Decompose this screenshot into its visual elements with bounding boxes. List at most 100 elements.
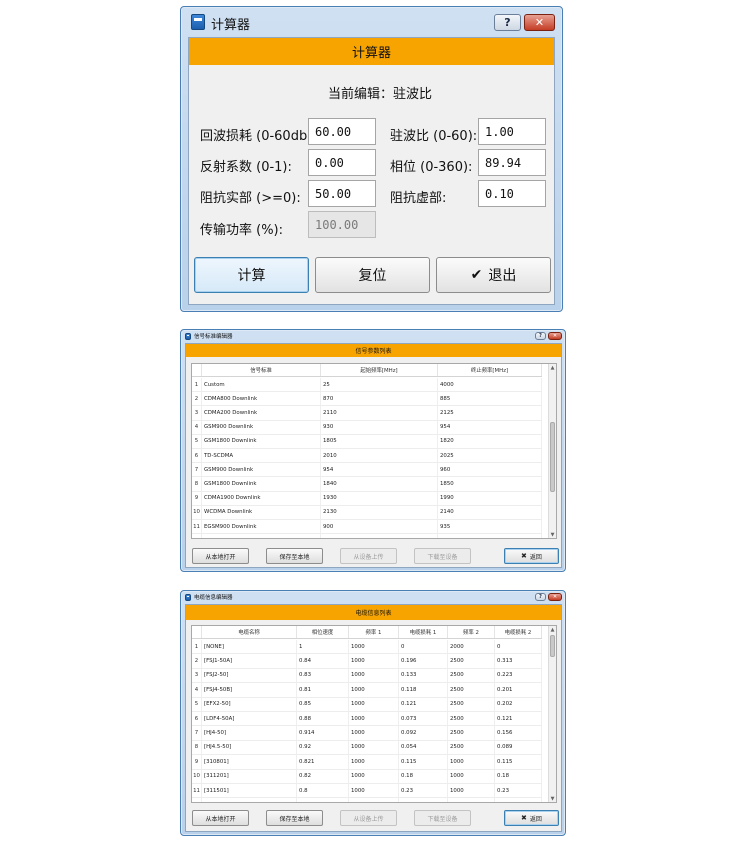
table-cell[interactable]: 0: [495, 640, 542, 654]
table-cell[interactable]: [HJ4.5-50]: [202, 740, 297, 755]
col-loss-2[interactable]: 电缆损耗 2: [495, 626, 542, 638]
table-cell[interactable]: [FSJ1-50A]: [202, 654, 297, 668]
table-cell[interactable]: 1840: [321, 477, 438, 491]
table-cell[interactable]: 0.201: [495, 683, 542, 697]
signal-table[interactable]: 信号标准 起始频率[MHz] 终止频率[MHz] 1 Custom 25 4000 2 C…: [191, 363, 557, 539]
close-icon[interactable]: ✕: [548, 593, 562, 601]
table-cell[interactable]: 0.118: [399, 683, 448, 697]
table-cell[interactable]: 0.8: [297, 798, 349, 802]
table-cell[interactable]: 1990: [438, 491, 542, 505]
table-cell[interactable]: 1820: [438, 434, 542, 448]
table-cell[interactable]: [LDF4-50A]: [202, 712, 297, 726]
table-cell[interactable]: 0.914: [297, 726, 349, 740]
col-start-freq[interactable]: 起始频率[MHz]: [321, 364, 438, 376]
table-cell[interactable]: 0.81: [297, 683, 349, 697]
back-button[interactable]: ✖ 返回: [504, 548, 559, 564]
table-cell[interactable]: 0.115: [399, 755, 448, 769]
table-cell[interactable]: 0.202: [495, 697, 542, 711]
table-cell[interactable]: 0.82: [297, 769, 349, 783]
col-signal-standard[interactable]: 信号标准: [202, 364, 321, 376]
table-cell[interactable]: 935: [438, 520, 542, 534]
table-cell[interactable]: 0.133: [399, 668, 448, 683]
phase-input[interactable]: [478, 149, 546, 176]
table-cell[interactable]: 2130: [321, 505, 438, 519]
table-cell[interactable]: 0.18: [495, 769, 542, 783]
table-row[interactable]: 4 [FSJ4-50B] 0.81 1000 0.118 2500 0.201: [192, 683, 542, 698]
table-row[interactable]: 6 TD-SCDMA 2010 2025: [192, 449, 542, 464]
table-cell[interactable]: 0.92: [297, 740, 349, 755]
table-row[interactable]: 2 [FSJ1-50A] 0.84 1000 0.196 2500 0.313: [192, 654, 542, 669]
table-cell[interactable]: 1000: [448, 798, 495, 802]
close-icon[interactable]: ✕: [524, 14, 555, 31]
table-cell[interactable]: 1000: [448, 769, 495, 783]
table-cell[interactable]: 0.092: [399, 726, 448, 740]
table-cell[interactable]: 1000: [349, 640, 399, 654]
table-row[interactable]: 12[311601]0.810000.26210000.262: [192, 798, 542, 802]
col-freq-2[interactable]: 频率 2: [448, 626, 495, 638]
table-cell[interactable]: 4000: [438, 378, 542, 392]
table-row[interactable]: 7 GSM900 Downlink 954 960: [192, 463, 542, 478]
help-icon[interactable]: ?: [535, 593, 546, 601]
table-cell[interactable]: 930: [321, 420, 438, 434]
table-cell[interactable]: 1000: [349, 726, 399, 740]
table-cell[interactable]: 1000: [349, 784, 399, 798]
table-cell[interactable]: 1000: [349, 683, 399, 697]
table-cell[interactable]: 2140: [438, 505, 542, 519]
table-cell[interactable]: 960: [438, 463, 542, 477]
exit-button[interactable]: ✔ 退出: [436, 257, 551, 293]
table-cell[interactable]: 0.18: [399, 769, 448, 783]
scroll-thumb[interactable]: [550, 422, 555, 492]
table-cell[interactable]: 2500: [448, 712, 495, 726]
table-cell[interactable]: 0.313: [495, 654, 542, 668]
col-freq-1[interactable]: 频率 1: [349, 626, 399, 638]
table-cell[interactable]: WCDMA Downlink: [202, 505, 321, 519]
table-cell[interactable]: GSM900 Downlink: [202, 463, 321, 477]
table-cell[interactable]: GSM1800 Downlink: [202, 434, 321, 448]
table-row[interactable]: 9 [310801] 0.821 1000 0.115 1000 0.115: [192, 755, 542, 770]
table-cell[interactable]: 2500: [448, 654, 495, 668]
table-cell[interactable]: 0.262: [495, 798, 542, 802]
table-row[interactable]: 2 CDMA800 Downlink 870 885: [192, 392, 542, 407]
scroll-up-icon[interactable]: ▲: [549, 626, 556, 633]
table-cell[interactable]: 2125: [438, 406, 542, 420]
table-row[interactable]: 8 GSM1800 Downlink 1840 1850: [192, 477, 542, 492]
table-cell[interactable]: 1000: [349, 798, 399, 802]
table-cell[interactable]: 1000: [448, 784, 495, 798]
table-row[interactable]: 4 GSM900 Downlink 930 954: [192, 420, 542, 435]
table-cell[interactable]: [311601]: [202, 798, 297, 802]
table-cell[interactable]: [NONE]: [202, 640, 297, 654]
scroll-down-icon[interactable]: ▼: [549, 795, 556, 802]
table-cell[interactable]: 2483.5: [438, 534, 542, 538]
table-cell[interactable]: GSM900 Downlink: [202, 420, 321, 434]
table-cell[interactable]: 25: [321, 378, 438, 392]
help-icon[interactable]: ?: [535, 332, 546, 340]
table-cell[interactable]: 0.85: [297, 697, 349, 711]
table-cell[interactable]: 1850: [438, 477, 542, 491]
table-cell[interactable]: [310801]: [202, 755, 297, 769]
table-cell[interactable]: 0.156: [495, 726, 542, 740]
table-cell[interactable]: TD-SCDMA: [202, 449, 321, 463]
table-cell[interactable]: EGSM900 Downlink: [202, 520, 321, 534]
table-cell[interactable]: 1930: [321, 491, 438, 505]
table-cell[interactable]: 1805: [321, 434, 438, 448]
table-cell[interactable]: 0.073: [399, 712, 448, 726]
table-cell[interactable]: CDMA1900 Downlink: [202, 491, 321, 505]
table-row[interactable]: 9 CDMA1900 Downlink 1930 1990: [192, 491, 542, 506]
table-cell[interactable]: [EFX2-50]: [202, 697, 297, 711]
cable-table-scrollbar[interactable]: ▲ ▼: [548, 626, 556, 802]
close-icon[interactable]: ✕: [548, 332, 562, 340]
table-row[interactable]: 7 [HJ4-50] 0.914 1000 0.092 2500 0.156: [192, 726, 542, 741]
table-cell[interactable]: 1000: [349, 755, 399, 769]
table-cell[interactable]: 0.196: [399, 654, 448, 668]
table-cell[interactable]: 0.223: [495, 668, 542, 683]
table-cell[interactable]: [FSJ2-50]: [202, 668, 297, 683]
table-cell[interactable]: 2500: [448, 726, 495, 740]
table-cell[interactable]: 0.054: [399, 740, 448, 755]
table-cell[interactable]: 1000: [349, 697, 399, 711]
table-cell[interactable]: 0.84: [297, 654, 349, 668]
col-loss-1[interactable]: 电缆损耗 1: [399, 626, 448, 638]
vswr-input[interactable]: [478, 118, 546, 145]
table-cell[interactable]: 870: [321, 392, 438, 406]
table-cell[interactable]: 2010: [321, 449, 438, 463]
table-cell[interactable]: 0.8: [297, 784, 349, 798]
